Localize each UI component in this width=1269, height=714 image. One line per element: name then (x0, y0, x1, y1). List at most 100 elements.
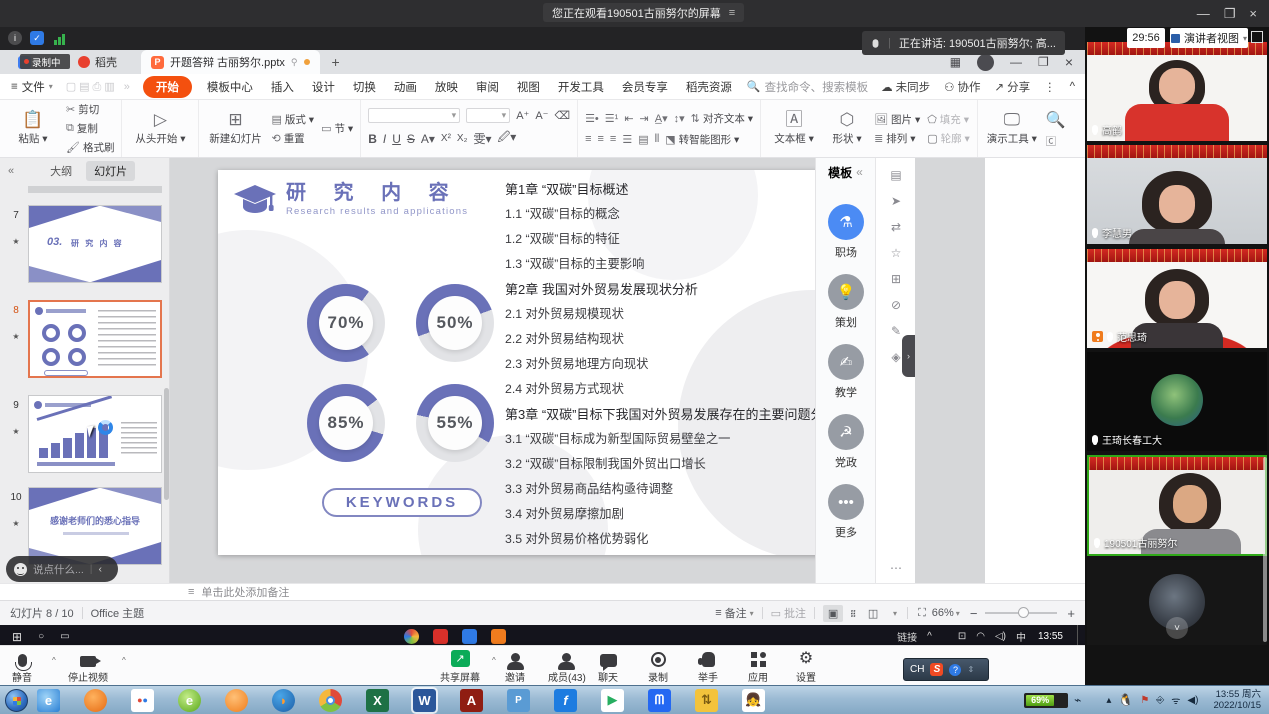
apps-button[interactable]: 应用 (748, 649, 768, 684)
wps-close-button[interactable]: × (1065, 54, 1073, 70)
text-effect-button[interactable]: 雯▾ (473, 130, 491, 147)
browser-360-icon[interactable]: e (178, 689, 201, 712)
info-icon[interactable]: i (8, 31, 22, 45)
cut-button[interactable]: ✂剪切 (66, 102, 114, 118)
tab-outline[interactable]: 大纲 (50, 163, 72, 179)
text-direction-button[interactable]: A̲▾ (655, 112, 668, 125)
menu-file[interactable]: ≡ 文件 ▾ (2, 79, 62, 95)
menu-animation[interactable]: 动画 (385, 79, 426, 95)
decrease-font-icon[interactable]: A⁻ (535, 109, 548, 122)
share-options-chevron[interactable]: ^ (492, 656, 496, 665)
shield-icon[interactable]: ✓ (30, 31, 44, 45)
zoom-slider[interactable] (985, 612, 1057, 614)
close-button[interactable]: × (1249, 6, 1257, 21)
start-icon[interactable]: ⊞ (12, 630, 22, 644)
sorter-view-button[interactable]: ᎒᎒ (843, 605, 863, 622)
zoom-out-button[interactable]: − (970, 606, 978, 621)
template-cat-teaching[interactable]: ✍ 教学 (816, 344, 876, 400)
video-tile[interactable]: 李慧男 (1087, 145, 1267, 244)
workspace-grid-icon[interactable]: ▦ (950, 55, 961, 69)
invite-button[interactable]: 邀请 (505, 649, 525, 684)
char-tool-icon[interactable]: 🄲 (1046, 133, 1066, 148)
fill-button[interactable]: ⬠填充 ▾ (927, 111, 970, 127)
distribute-button[interactable]: ▤ (638, 133, 648, 146)
highlight-button[interactable]: 🖉▾ (498, 128, 517, 149)
sogou-browser-icon[interactable] (84, 689, 107, 712)
increase-indent-button[interactable]: ⇥ (640, 112, 649, 125)
wifi-icon[interactable]: ◠ (976, 631, 985, 642)
slide-thumbnail-8[interactable] (28, 300, 162, 378)
notes-toggle-button[interactable]: ≡ 备注▾ (715, 605, 753, 621)
usb-icon[interactable]: ⎆ (1156, 695, 1164, 706)
quick-access-icons[interactable]: ▢▤⎙▥ » (66, 80, 133, 94)
system-clock[interactable]: 13:55 周六 2022/10/15 (1213, 689, 1261, 711)
new-tab-button[interactable]: + (332, 54, 340, 70)
more-options-icon[interactable]: ⋮ (1044, 80, 1056, 94)
zoom-level[interactable]: 66%▾ (932, 607, 960, 619)
emoji-icon[interactable] (14, 563, 27, 576)
chevron-down-icon[interactable]: ˅ (1166, 617, 1188, 639)
sync-status[interactable]: ☁未同步 (881, 79, 930, 95)
shapes-button[interactable]: ⬡形状 ▾ (827, 111, 867, 146)
fit-slide-icon[interactable]: ⛶ (918, 607, 926, 620)
subscript-button[interactable]: X₂ (457, 133, 468, 144)
collaborate-button[interactable]: ⚇协作 (944, 79, 980, 95)
start-button[interactable] (5, 689, 28, 712)
video-tile[interactable]: 范思琦 (1087, 249, 1267, 348)
tab-home[interactable]: 首页 录制中 (8, 50, 68, 74)
help-icon[interactable]: ? (949, 664, 961, 676)
video-panel-scrollbar[interactable] (1263, 457, 1267, 642)
align-text-button[interactable]: ⇅对齐文本 ▾ (691, 110, 753, 126)
foxit-pdf-icon[interactable]: P (507, 689, 530, 712)
links-toolbar[interactable]: 链接 (897, 629, 917, 644)
security-flag-icon[interactable]: ⚑ (1140, 695, 1149, 706)
play-from-start-button[interactable]: ▷从头开始 ▾ (129, 111, 191, 146)
battery-indicator[interactable]: 69% (1024, 693, 1068, 708)
columns-button[interactable]: ⫴ (655, 133, 660, 146)
minimize-button[interactable]: — (1197, 6, 1210, 21)
menu-slideshow[interactable]: 放映 (426, 79, 467, 95)
word-icon[interactable]: W (413, 689, 436, 712)
font-size-select[interactable]: ▾ (466, 108, 510, 123)
menu-review[interactable]: 审阅 (467, 79, 508, 95)
banner-menu-icon[interactable]: ≡ (729, 7, 735, 19)
tencent-video-icon[interactable]: ▶ (601, 689, 624, 712)
winrar-icon[interactable]: ⇅ (695, 689, 718, 712)
template-cat-party[interactable]: ☭ 党政 (816, 414, 876, 470)
arrange-button[interactable]: ≣排列 ▾ (874, 130, 920, 146)
format-painter-button[interactable]: 🖌格式刷 (66, 140, 114, 156)
video-tile[interactable]: 高鹤 (1087, 42, 1267, 141)
maximize-button[interactable]: ❐ (1224, 6, 1236, 22)
video-tile[interactable]: 王琦长春工大 (1087, 352, 1267, 451)
copy-pane-icon[interactable]: ⊞ (876, 266, 916, 292)
superscript-button[interactable]: X² (441, 133, 451, 144)
align-center-button[interactable]: ≡ (597, 133, 603, 145)
ie-icon[interactable]: e (37, 689, 60, 712)
bullet-list-button[interactable]: ☰• (585, 112, 599, 125)
smart-graphic-button[interactable]: ⬔转智能图形 ▾ (665, 131, 739, 147)
signal-bars-icon[interactable] (52, 31, 66, 45)
firefox-icon[interactable]: ◗ (272, 689, 295, 712)
reading-view-button[interactable]: ◫ (863, 605, 883, 622)
current-slide[interactable]: 研 究 内 容 Research results and application… (218, 170, 898, 555)
help-icon[interactable]: ⊘ (876, 292, 916, 318)
thumbnail-scrollbar[interactable] (164, 388, 169, 500)
outline-button[interactable]: ▢轮廓 ▾ (927, 130, 970, 146)
menu-dev-tools[interactable]: 开发工具 (549, 79, 613, 95)
collapse-template-icon[interactable]: « (856, 165, 863, 179)
align-right-button[interactable]: ≡ (610, 133, 616, 145)
video-options-chevron[interactable]: ^ (122, 656, 126, 665)
menu-docer-resources[interactable]: 稻壳资源 (677, 79, 741, 95)
zoom-slider-knob[interactable] (1018, 607, 1029, 618)
langbar-arrows-icon[interactable]: ⇕ (967, 665, 974, 674)
template-cat-workplace[interactable]: ⚗ 职场 (816, 204, 876, 260)
divider-handle-icon[interactable]: ▤ (876, 162, 916, 188)
flash-icon[interactable]: f (554, 689, 577, 712)
underline-button[interactable]: U (392, 132, 401, 146)
align-left-button[interactable]: ≡ (585, 133, 591, 145)
video-tile[interactable]: ˅ (1087, 560, 1267, 645)
present-tools-button[interactable]: 🖵演示工具 ▾ (985, 111, 1039, 146)
normal-view-button[interactable]: ▣ (823, 605, 843, 622)
avatar[interactable] (977, 54, 994, 71)
share-button[interactable]: ↗分享 (994, 79, 1030, 95)
